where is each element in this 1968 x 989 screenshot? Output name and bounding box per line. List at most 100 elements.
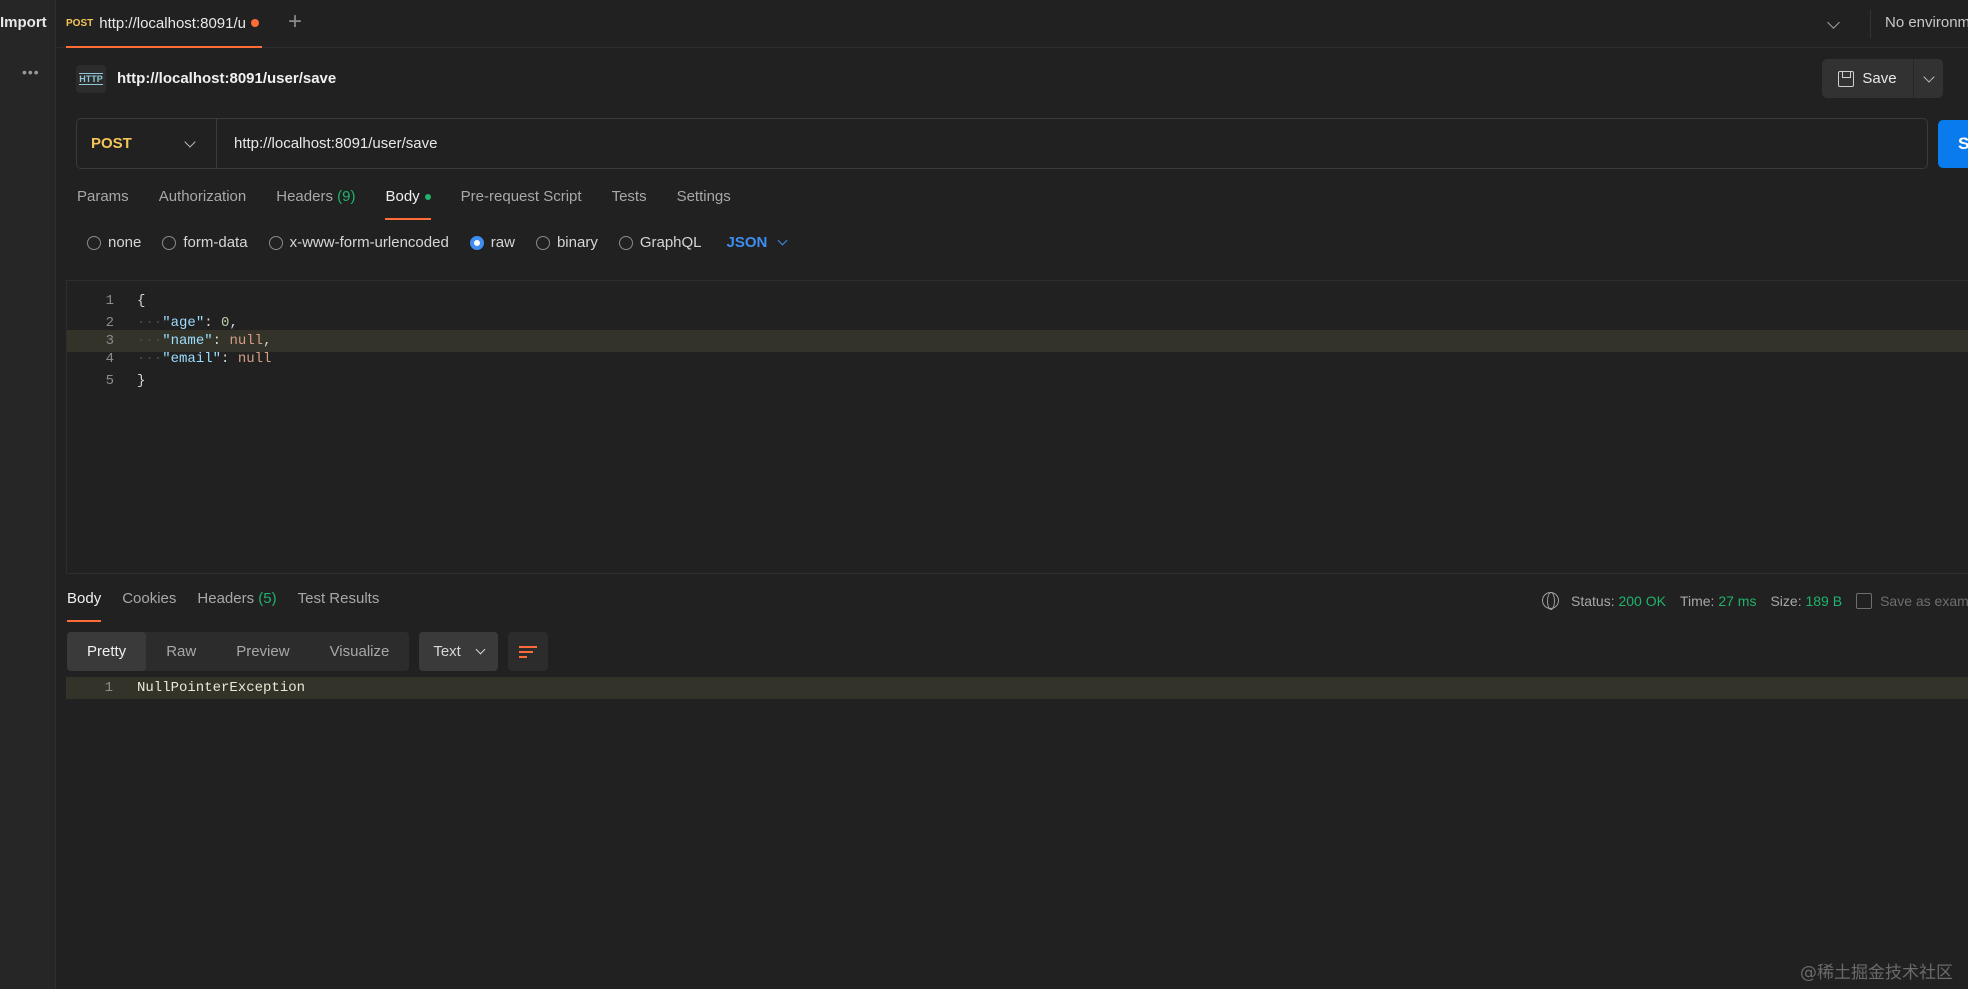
url-bar: POST bbox=[76, 118, 1928, 169]
headers-count: (9) bbox=[337, 188, 356, 205]
line-number: 5 bbox=[105, 373, 114, 389]
method-select[interactable]: POST bbox=[77, 119, 217, 168]
body-indicator-dot bbox=[424, 194, 431, 201]
unsaved-dot bbox=[251, 19, 260, 27]
send-button[interactable]: Send bbox=[1938, 120, 1968, 168]
response-headers-count: (5) bbox=[258, 590, 277, 607]
response-tab-headers[interactable]: Headers (5) bbox=[197, 590, 276, 622]
response-tab-headers-label: Headers bbox=[197, 590, 255, 607]
line-number: 1 bbox=[104, 680, 113, 696]
sidebar bbox=[0, 0, 56, 989]
view-mode-group: Pretty Raw Preview Visualize bbox=[67, 632, 410, 671]
url-input[interactable] bbox=[217, 119, 1927, 168]
radio-label: form-data bbox=[183, 234, 248, 251]
body-type-form-data[interactable]: form-data bbox=[162, 234, 248, 251]
code-text: { bbox=[137, 293, 146, 309]
tab-body-label: Body bbox=[385, 188, 420, 205]
radio-icon bbox=[535, 235, 550, 250]
add-tab-icon[interactable]: + bbox=[288, 8, 302, 36]
save-options-button[interactable] bbox=[1913, 59, 1943, 98]
wrap-lines-button[interactable] bbox=[507, 632, 548, 671]
body-type-graphql[interactable]: GraphQL bbox=[618, 234, 702, 251]
radio-label: raw bbox=[490, 234, 515, 251]
code-text: } bbox=[137, 373, 146, 389]
line-number: 4 bbox=[105, 351, 114, 367]
save-button-group: Save bbox=[1822, 59, 1943, 98]
save-as-example-button[interactable]: Save as example bbox=[1856, 592, 1968, 609]
divider bbox=[1870, 10, 1871, 38]
radio-label: x-www-form-urlencoded bbox=[289, 234, 449, 251]
body-type-raw[interactable]: raw bbox=[469, 234, 515, 251]
code-text: ···"email": null bbox=[137, 351, 272, 367]
import-button[interactable]: Import bbox=[0, 14, 56, 31]
method-label: POST bbox=[91, 135, 132, 152]
tabs-dropdown-icon[interactable] bbox=[1827, 14, 1840, 31]
code-line: 1 { bbox=[67, 290, 1968, 312]
response-format-label: Text bbox=[433, 643, 461, 660]
request-body-editor[interactable]: 1 { 2 ···"age": 0, 3 ···"name": null, 4 … bbox=[66, 280, 1968, 574]
body-type-binary[interactable]: binary bbox=[535, 234, 598, 251]
body-type-urlencoded[interactable]: x-www-form-urlencoded bbox=[268, 234, 449, 251]
radio-checked-icon bbox=[469, 235, 484, 250]
response-tab-body[interactable]: Body bbox=[67, 590, 102, 622]
globe-icon[interactable] bbox=[1542, 592, 1559, 610]
response-tab-cookies[interactable]: Cookies bbox=[122, 590, 176, 622]
size-text[interactable]: Size: 189 B bbox=[1770, 593, 1842, 609]
wrap-lines-icon bbox=[518, 645, 537, 659]
code-line: 5 } bbox=[67, 370, 1968, 392]
code-line-active: 1 NullPointerException bbox=[66, 677, 1968, 699]
more-options-icon[interactable]: ••• bbox=[22, 64, 40, 80]
chevron-down-icon bbox=[475, 644, 486, 655]
response-tab-test-results[interactable]: Test Results bbox=[298, 590, 380, 622]
status-text[interactable]: Status: 200 OK bbox=[1571, 593, 1666, 609]
radio-label: GraphQL bbox=[639, 234, 702, 251]
tab-body[interactable]: Body bbox=[385, 188, 431, 220]
tab-authorization[interactable]: Authorization bbox=[159, 188, 247, 220]
response-view-bar: Pretty Raw Preview Visualize Text bbox=[67, 632, 548, 671]
radio-label: none bbox=[108, 234, 142, 251]
save-icon bbox=[1856, 592, 1873, 609]
radio-icon bbox=[87, 235, 101, 250]
view-raw-button[interactable]: Raw bbox=[146, 632, 216, 671]
tab-bar bbox=[57, 0, 1968, 48]
tab-tests[interactable]: Tests bbox=[612, 188, 647, 220]
code-line: 4 ···"email": null bbox=[67, 348, 1968, 370]
radio-icon bbox=[268, 235, 283, 250]
body-type-options: none form-data x-www-form-urlencoded raw… bbox=[87, 234, 788, 251]
response-tabs: Body Cookies Headers (5) Test Results bbox=[67, 590, 379, 622]
tab-headers[interactable]: Headers (9) bbox=[276, 188, 355, 220]
http-icon: HTTP bbox=[76, 65, 106, 93]
tab-url: http://localhost:8091/user/save bbox=[99, 14, 246, 32]
tab-headers-label: Headers bbox=[276, 188, 333, 205]
radio-icon bbox=[162, 235, 177, 250]
tab-method: POST bbox=[66, 17, 94, 29]
save-icon bbox=[1838, 70, 1855, 87]
save-label: Save bbox=[1862, 70, 1897, 87]
save-button[interactable]: Save bbox=[1822, 59, 1913, 98]
view-preview-button[interactable]: Preview bbox=[216, 632, 309, 671]
request-title[interactable]: http://localhost:8091/user/save bbox=[117, 70, 336, 87]
chevron-down-icon bbox=[777, 235, 788, 246]
response-meta: Status: 200 OK Time: 27 ms Size: 189 B S… bbox=[1542, 592, 1968, 610]
chevron-down-icon bbox=[184, 135, 196, 148]
tab-params[interactable]: Params bbox=[77, 188, 129, 220]
tab-settings[interactable]: Settings bbox=[677, 188, 731, 220]
code-text: NullPointerException bbox=[137, 680, 306, 696]
tab-pre-request-script[interactable]: Pre-request Script bbox=[461, 188, 582, 220]
request-tabs: Params Authorization Headers (9) Body Pr… bbox=[77, 188, 731, 220]
request-tab[interactable]: POST http://localhost:8091/user/save bbox=[66, 0, 262, 48]
view-visualize-button[interactable]: Visualize bbox=[310, 632, 410, 671]
line-number: 1 bbox=[105, 293, 114, 309]
time-text[interactable]: Time: 27 ms bbox=[1680, 593, 1757, 609]
view-pretty-button[interactable]: Pretty bbox=[67, 632, 147, 671]
radio-label: binary bbox=[556, 234, 598, 251]
watermark: @稀土掘金技术社区 bbox=[1800, 963, 1953, 983]
body-format-label: JSON bbox=[726, 234, 768, 251]
chevron-down-icon bbox=[1922, 70, 1935, 83]
body-format-select[interactable]: JSON bbox=[726, 234, 788, 251]
radio-icon bbox=[618, 235, 633, 250]
response-format-select[interactable]: Text bbox=[419, 632, 498, 671]
environment-select[interactable]: No environment bbox=[1885, 14, 1968, 31]
save-as-label: Save as example bbox=[1880, 592, 1968, 609]
body-type-none[interactable]: none bbox=[87, 234, 141, 251]
